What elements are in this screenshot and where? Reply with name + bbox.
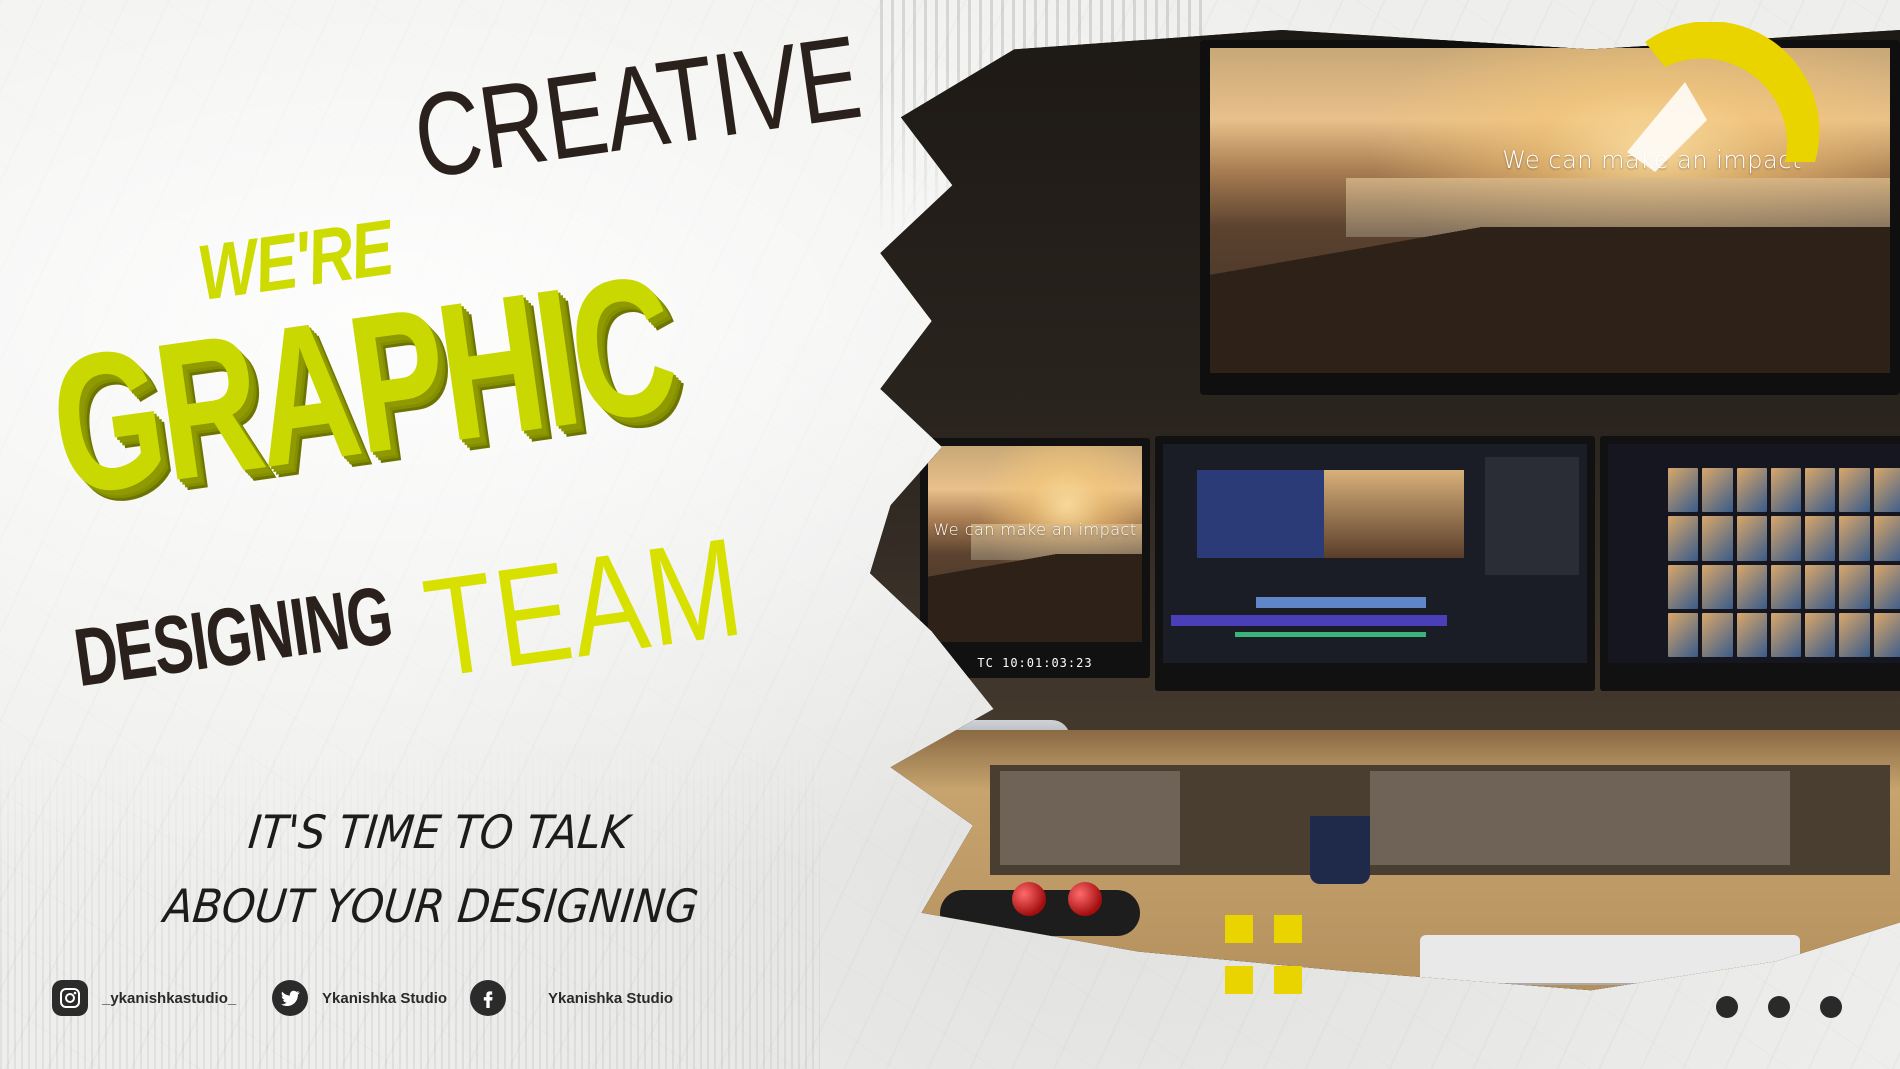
social-instagram[interactable]: _ykanishkastudio_	[52, 980, 236, 1016]
thumbnail-grid	[1608, 444, 1900, 663]
pager-dot[interactable]	[1768, 996, 1790, 1018]
twitter-handle: Ykanishka Studio	[322, 989, 448, 1007]
thumbnail	[1668, 564, 1699, 609]
facebook-handle: Ykanishka Studio	[548, 989, 674, 1007]
thumbnail	[1770, 468, 1802, 513]
yellow-square	[1225, 966, 1253, 994]
viewer-second	[1324, 470, 1465, 558]
thumbnail	[1873, 468, 1900, 513]
instagram-icon	[52, 980, 88, 1016]
inspector	[1485, 457, 1579, 576]
thumbnail	[1805, 564, 1836, 609]
facebook-icon	[470, 980, 506, 1016]
thumbnail	[1770, 564, 1802, 609]
preview-monitor: We can make an impact TC 10:01:03:23	[920, 438, 1150, 678]
thumbnail	[1805, 468, 1836, 513]
pager-dots	[1716, 996, 1842, 1018]
yellow-square	[1274, 915, 1302, 943]
rack-panel	[1370, 771, 1790, 865]
thumbnail	[1839, 564, 1870, 609]
thumbnail	[1839, 516, 1870, 561]
thumbnail	[1668, 468, 1699, 513]
equipment-rack	[990, 765, 1890, 875]
social-twitter[interactable]: Ykanishka Studio	[272, 980, 447, 1016]
yellow-square	[1274, 966, 1302, 994]
thumbnail	[1736, 468, 1767, 513]
thumbnail	[1736, 516, 1767, 561]
track	[1171, 614, 1448, 626]
tagline: IT'S TIME TO TALK ABOUT YOUR DESIGNING	[156, 795, 714, 943]
tagline-line-2: ABOUT YOUR DESIGNING	[161, 879, 701, 933]
thumbnail	[1839, 612, 1870, 657]
monitor-scene: We can make an impact	[928, 446, 1142, 642]
thumbnail	[1770, 612, 1802, 657]
tagline-line-1: IT'S TIME TO TALK	[245, 805, 632, 859]
thumbnail	[1839, 468, 1870, 513]
thumbnail	[1805, 612, 1836, 657]
pager-dot[interactable]	[1716, 996, 1738, 1018]
social-facebook[interactable]: Ykanishka Studio	[470, 980, 673, 1016]
thumbnail	[1668, 612, 1699, 657]
hill	[1210, 226, 1890, 373]
editor-ui	[1163, 444, 1587, 663]
trackball	[1068, 882, 1102, 916]
instagram-handle: _ykanishkastudio_	[102, 989, 237, 1007]
rack-panel	[1000, 771, 1180, 865]
thumbnail	[1702, 516, 1733, 561]
thumbnail	[1702, 564, 1733, 609]
monitor-caption: We can make an impact	[933, 520, 1137, 540]
thumbnail	[1702, 612, 1733, 657]
thumbnail	[1770, 516, 1802, 561]
thumbnail	[1668, 516, 1699, 561]
track	[1235, 632, 1426, 637]
editing-monitor	[1155, 436, 1595, 691]
thumbnail	[1805, 516, 1836, 561]
twitter-icon	[272, 980, 308, 1016]
trackball	[1012, 882, 1046, 916]
thumbnail	[1702, 468, 1733, 513]
pager-dot[interactable]	[1820, 996, 1842, 1018]
track	[1256, 597, 1426, 609]
yellow-square	[1225, 915, 1253, 943]
hill	[928, 553, 1142, 642]
thumbnail	[1873, 516, 1900, 561]
mug	[1310, 816, 1370, 884]
thumbnail	[1736, 564, 1767, 609]
media-browser-monitor	[1600, 436, 1900, 691]
thumbnail	[1873, 564, 1900, 609]
yellow-arc-decoration	[1627, 22, 1820, 172]
thumbnail	[1873, 612, 1900, 657]
thumbnail	[1736, 612, 1767, 657]
